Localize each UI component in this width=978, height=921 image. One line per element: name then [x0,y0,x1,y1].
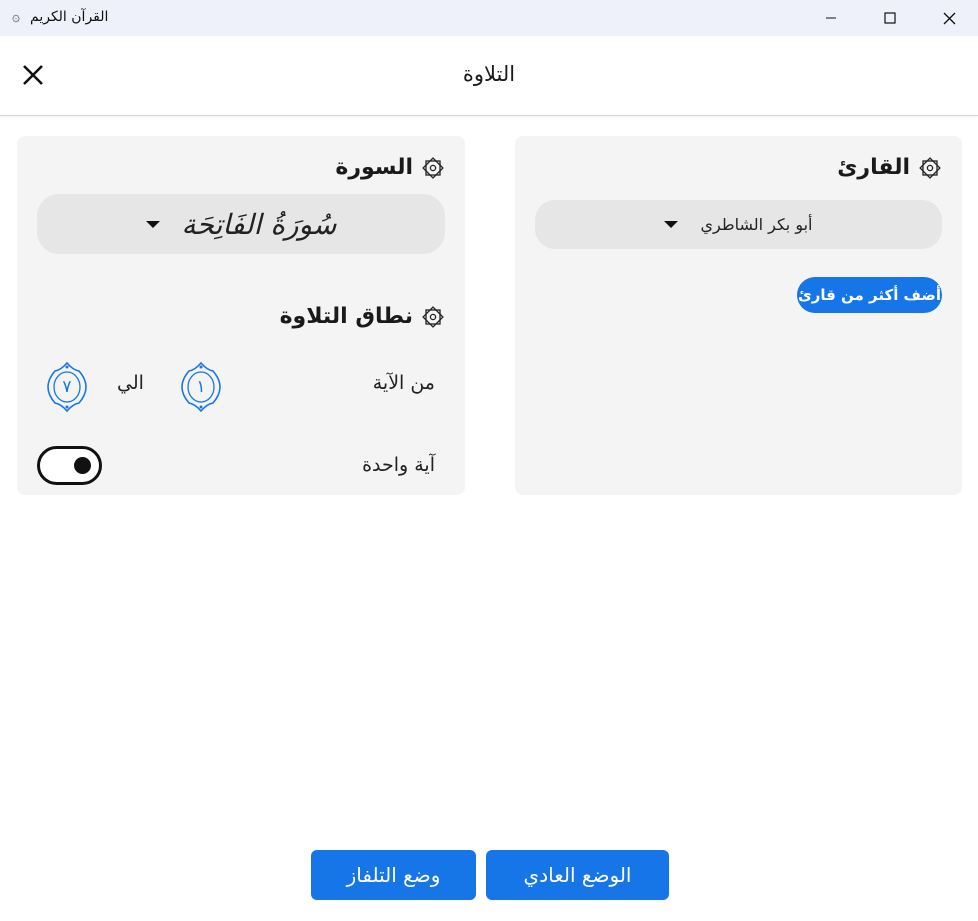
range-heading: نطاق التلاوة [280,304,445,329]
reciter-dropdown[interactable]: أبو بكر الشاطري [535,200,942,249]
surah-range-card: السورة سُورَةُ الفَاتِحَة نطاق التلاوة م… [17,136,465,495]
minimize-icon [826,17,836,19]
page-header: التلاوة [0,36,978,116]
header-close-button[interactable] [16,58,50,92]
single-ayah-label: آية واحدة [362,454,435,476]
octagon-star-icon [918,156,942,180]
page-title: التلاوة [462,62,516,86]
toggle-knob [74,457,91,474]
to-ayah-picker[interactable]: ٧ [46,361,88,413]
octagon-star-icon [421,305,445,329]
caret-down-icon [145,220,160,228]
reciter-card: القارئ أبو بكر الشاطري أضف أكثر من قارئ [515,136,962,495]
window-title: القرآن الكريم [30,9,109,25]
quran-calligraphy-icon: ۞ [11,9,21,25]
close-icon [943,12,955,24]
maximize-button[interactable] [861,0,919,36]
window-close-button[interactable] [920,0,978,36]
tv-mode-button[interactable]: وضع التلفاز [311,850,476,900]
surah-heading-label: السورة [335,155,413,180]
octagon-star-icon [421,156,445,180]
from-ayah-picker[interactable]: ١ [180,361,222,413]
surah-heading: السورة [335,155,445,180]
reciter-heading-label: القارئ [837,155,910,180]
maximize-icon [884,12,896,24]
normal-mode-button[interactable]: الوضع العادي [486,850,669,900]
to-ayah-value: ٧ [62,377,72,397]
surah-dropdown[interactable]: سُورَةُ الفَاتِحَة [37,194,445,254]
minimize-button[interactable] [802,0,860,36]
close-icon [23,65,43,85]
from-ayah-label: من الآية [372,372,435,394]
add-reciter-button[interactable]: أضف أكثر من قارئ [797,277,942,313]
reciter-heading: القارئ [837,155,942,180]
caret-down-icon [664,221,679,228]
to-ayah-label: الي [117,372,144,394]
range-heading-label: نطاق التلاوة [279,304,413,329]
window-titlebar: ۞ القرآن الكريم [0,0,978,36]
single-ayah-toggle[interactable] [37,446,102,485]
selected-reciter: أبو بكر الشاطري [700,215,813,234]
from-ayah-value: ١ [196,377,206,397]
selected-surah: سُورَةُ الفَاتِحَة [181,207,337,241]
